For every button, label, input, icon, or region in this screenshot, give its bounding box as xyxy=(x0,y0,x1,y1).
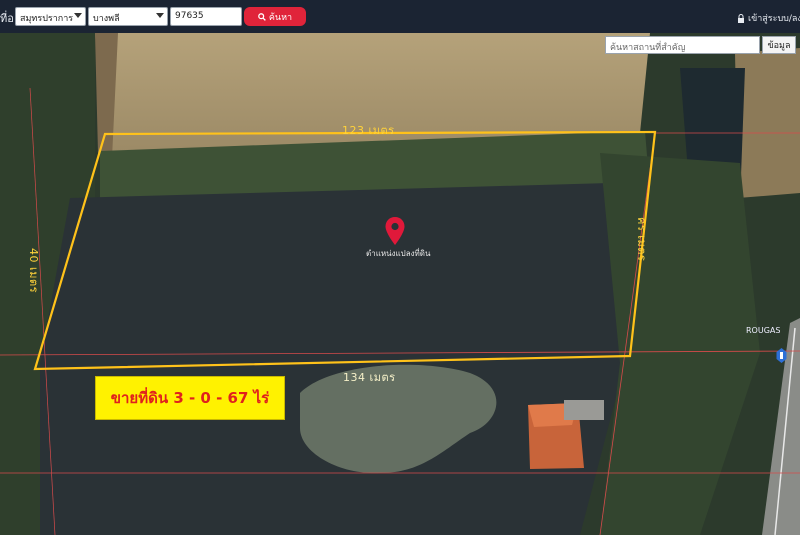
place-search-placeholder: ค้นหาสถานที่สำคัญ xyxy=(610,43,686,53)
login-label: เข้าสู่ระบบ/ลงทะเ xyxy=(748,14,800,24)
search-button[interactable]: ค้นหา xyxy=(244,7,306,26)
province-select[interactable]: สมุทรปราการ xyxy=(15,7,86,26)
login-link[interactable]: เข้าสู่ระบบ/ลงทะเ xyxy=(737,11,800,25)
road-sign-icon xyxy=(776,348,787,363)
sale-text: ขายที่ดิน 3 - 0 - 67 ไร่ xyxy=(110,389,270,407)
search-button-label: ค้นหา xyxy=(268,12,293,23)
district-select[interactable]: บางพลี xyxy=(88,7,168,26)
satellite-map[interactable] xyxy=(0,33,800,535)
district-select-value: บางพลี xyxy=(93,14,120,24)
satellite-imagery xyxy=(0,33,800,535)
chevron-down-icon xyxy=(74,13,82,18)
code-input[interactable]: 97635 xyxy=(170,7,242,26)
search-toolbar: ที่อ สมุทรปราการ บางพลี 97635 ค้นหา เข้า… xyxy=(0,0,800,33)
place-search-button[interactable]: ข้อมูล xyxy=(762,36,796,54)
search-icon xyxy=(258,12,266,21)
code-input-value: 97635 xyxy=(175,11,204,21)
map-pin-icon[interactable] xyxy=(385,217,405,245)
marker-label: ตำแหน่งแปลงที่ดิน xyxy=(366,249,431,258)
app-root: ที่อ สมุทรปราการ บางพลี 97635 ค้นหา เข้า… xyxy=(0,0,800,535)
place-search-input[interactable]: ค้นหาสถานที่สำคัญ xyxy=(605,36,760,54)
parcel-bottom-length: 134 เมตร xyxy=(343,371,396,384)
toolbar-label: ที่อ xyxy=(0,12,14,25)
road-label: ROUGAS xyxy=(746,326,781,335)
lock-icon xyxy=(738,13,744,23)
parcel-left-length: 40 เมตร xyxy=(27,248,40,294)
province-select-value: สมุทรปราการ xyxy=(20,14,74,24)
place-search-button-label: ข้อมูล xyxy=(767,41,791,51)
parcel-right-length: คร เมตร xyxy=(635,217,648,262)
sale-badge: ขายที่ดิน 3 - 0 - 67 ไร่ xyxy=(95,376,285,420)
parcel-top-length: 123 เมตร xyxy=(342,124,395,137)
chevron-down-icon xyxy=(156,13,164,18)
